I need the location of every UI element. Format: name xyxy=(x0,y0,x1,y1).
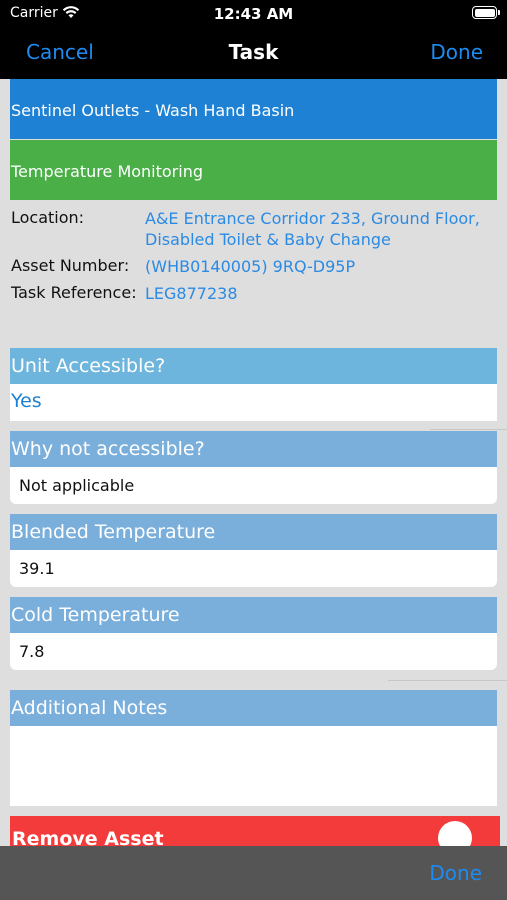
task-type-banner: Temperature Monitoring xyxy=(10,140,497,200)
blended-temperature-header: Blended Temperature xyxy=(10,514,497,550)
additional-notes-header: Additional Notes xyxy=(10,690,497,726)
blended-temperature-value: 39.1 xyxy=(19,559,55,578)
blended-temperature-input[interactable]: 39.1 xyxy=(10,550,497,587)
location-label: Location: xyxy=(11,208,85,227)
additional-notes-textarea[interactable] xyxy=(10,726,497,806)
cold-temperature-value: 7.8 xyxy=(19,642,45,661)
divider xyxy=(388,680,507,681)
why-not-accessible-value: Not applicable xyxy=(19,476,135,495)
asset-category-banner: Sentinel Outlets - Wash Hand Basin xyxy=(10,79,497,139)
location-line-1: A&E Entrance Corridor 233, Ground Floor, xyxy=(145,209,480,228)
top-bar: Carrier 12:43 AM Cancel Task Done xyxy=(0,0,507,79)
divider xyxy=(430,429,507,430)
why-not-accessible-header: Why not accessible? xyxy=(10,431,497,467)
status-time: 12:43 AM xyxy=(213,5,294,23)
location-line-2: Disabled Toilet & Baby Change xyxy=(145,230,391,249)
additional-notes-value xyxy=(10,726,497,735)
why-not-accessible-field[interactable]: Not applicable xyxy=(10,467,497,504)
battery-icon xyxy=(472,6,500,19)
cold-temperature-input[interactable]: 7.8 xyxy=(10,633,497,670)
task-reference-label: Task Reference: xyxy=(11,283,137,302)
unit-accessible-header: Unit Accessible? xyxy=(10,348,497,384)
unit-accessible-value: Yes xyxy=(11,390,42,412)
done-button[interactable]: Done xyxy=(430,40,483,64)
asset-number-value: (WHB0140005) 9RQ-D95P xyxy=(145,257,356,276)
asset-number-label: Asset Number: xyxy=(11,256,130,275)
cold-temperature-header: Cold Temperature xyxy=(10,597,497,633)
location-value: A&E Entrance Corridor 233, Ground Floor,… xyxy=(145,208,480,250)
toolbar-done-button[interactable]: Done xyxy=(429,861,482,885)
unit-accessible-selector[interactable]: Yes xyxy=(10,384,497,421)
task-reference-value: LEG877238 xyxy=(145,284,238,303)
status-bar: Carrier 12:43 AM xyxy=(0,0,507,28)
